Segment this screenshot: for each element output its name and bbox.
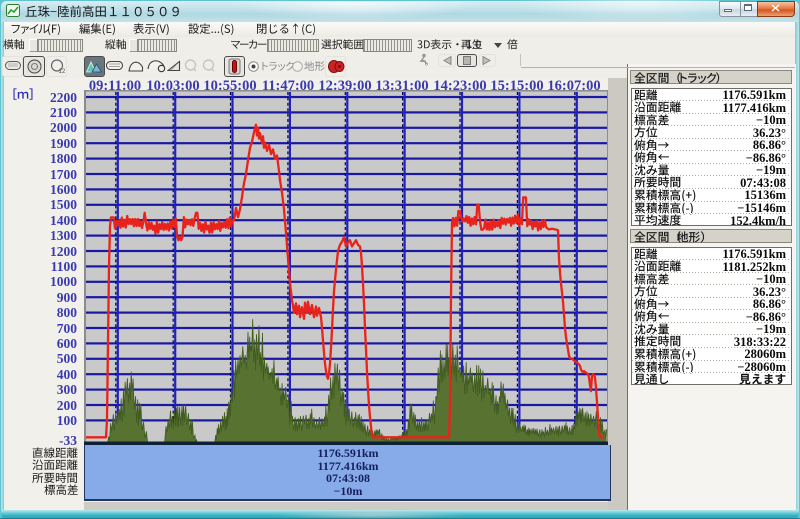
svg-text:o: o bbox=[425, 62, 428, 67]
svg-text:12: 12 bbox=[59, 69, 66, 74]
